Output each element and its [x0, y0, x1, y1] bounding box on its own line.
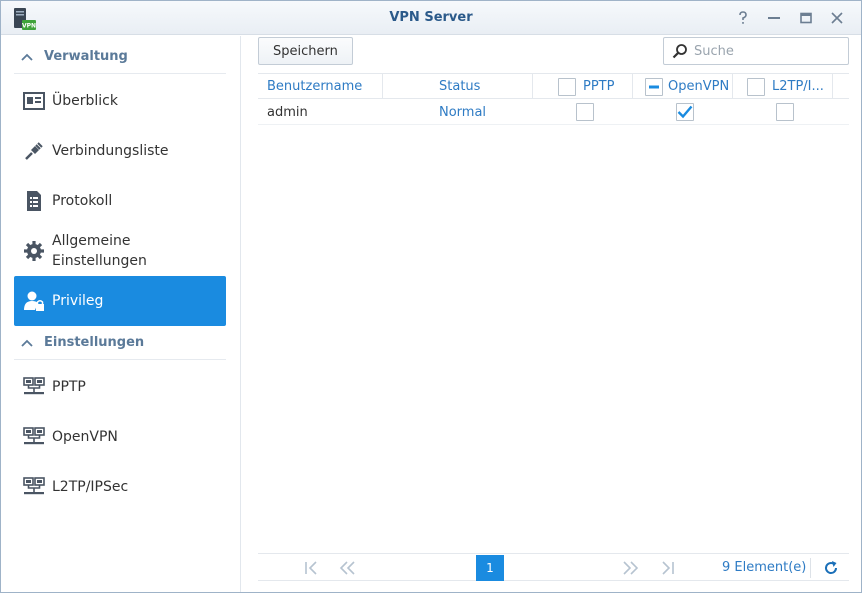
minimize-button[interactable] [765, 9, 783, 27]
row-checkbox-pptp[interactable] [576, 103, 594, 121]
cell-openvpn [676, 99, 694, 125]
cell-pptp [576, 99, 594, 125]
next-page-icon[interactable] [622, 560, 640, 576]
save-button[interactable]: Speichern [258, 37, 353, 65]
network-icon [23, 427, 45, 445]
search-box[interactable] [663, 37, 849, 65]
first-page-icon[interactable] [302, 560, 320, 576]
section-verwaltung[interactable]: Verwaltung [14, 40, 226, 74]
close-button[interactable] [828, 9, 846, 27]
header-checkbox-openvpn[interactable] [645, 77, 663, 96]
partial-check-icon [649, 85, 659, 88]
section-label: Einstellungen [44, 335, 145, 350]
sidebar-item-label: L2TP/IPSec [52, 479, 129, 495]
last-page-icon[interactable] [659, 560, 677, 576]
cell-username: admin [267, 104, 308, 120]
table-header: Benutzername Status PPTP OpenVPN L2TP/I.… [258, 73, 849, 99]
sidebar-item-label: Überblick [52, 93, 118, 109]
sidebar-item-allgemeine-einstellungen[interactable]: Allgemeine Einstellungen [14, 226, 226, 276]
network-icon [23, 477, 45, 495]
sidebar-item-label-line1: Allgemeine [52, 233, 131, 249]
chevron-up-icon [21, 339, 33, 347]
column-header-label: PPTP [583, 79, 615, 94]
maximize-icon [800, 12, 812, 24]
header-checkbox-l2tp[interactable] [747, 77, 765, 96]
sidebar-item-label: OpenVPN [52, 429, 118, 445]
column-header-label: Benutzername [267, 79, 363, 94]
sidebar-item-verbindungsliste[interactable]: Verbindungsliste [14, 126, 226, 176]
sidebar-item-label-group: Allgemeine Einstellungen [52, 231, 147, 271]
column-header-openvpn[interactable]: OpenVPN [633, 74, 733, 99]
window-title: VPN Server [389, 10, 473, 25]
row-checkbox-l2tp[interactable] [776, 103, 794, 121]
column-header-label: Status [439, 79, 481, 94]
cell-l2tp [776, 99, 794, 125]
connection-list-icon [25, 142, 43, 160]
maximize-button[interactable] [797, 9, 815, 27]
column-header-label: L2TP/I... [772, 79, 824, 94]
network-icon [23, 377, 45, 395]
table-row[interactable]: admin Normal [258, 99, 849, 125]
chevron-up-icon [21, 53, 33, 61]
title-bar[interactable]: VPN VPN Server [1, 1, 861, 35]
close-icon [831, 12, 843, 24]
sidebar: Verwaltung Überblick Verbindungsliste Pr… [1, 36, 241, 592]
sidebar-item-privileg[interactable]: Privileg [14, 276, 226, 326]
column-header-l2tp[interactable]: L2TP/I... [733, 74, 833, 99]
sidebar-item-openvpn[interactable]: OpenVPN [14, 412, 226, 462]
help-icon [739, 11, 747, 24]
privilege-table: Benutzername Status PPTP OpenVPN L2TP/I.… [258, 73, 849, 125]
column-header-label: OpenVPN [668, 79, 730, 94]
cell-status: Normal [439, 104, 487, 120]
overview-icon [23, 92, 45, 110]
column-header-status[interactable]: Status [383, 74, 533, 99]
sidebar-item-ueberblick[interactable]: Überblick [14, 76, 226, 126]
column-header-pptp[interactable]: PPTP [533, 74, 633, 99]
column-header-username[interactable]: Benutzername [258, 74, 383, 99]
sidebar-item-label: Verbindungsliste [52, 143, 169, 159]
vpn-server-window: VPN VPN Server Verwaltung Überblick Verb… [0, 0, 862, 593]
item-count: 9 Element(e) [722, 560, 807, 575]
pagination-bar: 1 9 Element(e) [258, 553, 849, 581]
gear-icon [24, 241, 44, 261]
sidebar-item-label-line2: Einstellungen [52, 253, 147, 269]
sidebar-item-protokoll[interactable]: Protokoll [14, 176, 226, 226]
log-icon [27, 191, 41, 211]
main-panel: Speichern Benutzername Status PPTP [242, 36, 861, 592]
page-number-button[interactable]: 1 [476, 555, 504, 581]
sidebar-item-l2tp-ipsec[interactable]: L2TP/IPSec [14, 462, 226, 512]
sidebar-item-label: PPTP [52, 379, 86, 395]
checkmark-icon [677, 105, 693, 119]
sidebar-item-label: Privileg [52, 293, 104, 309]
header-checkbox-pptp[interactable] [558, 77, 576, 96]
search-input[interactable] [694, 43, 844, 59]
row-checkbox-openvpn[interactable] [676, 103, 694, 121]
minimize-icon [768, 17, 780, 19]
pager-divider [810, 558, 811, 578]
sidebar-item-label: Protokoll [52, 193, 113, 209]
privilege-icon [24, 291, 44, 311]
sidebar-item-pptp[interactable]: PPTP [14, 362, 226, 412]
previous-page-icon[interactable] [338, 560, 356, 576]
section-label: Verwaltung [44, 49, 128, 64]
search-icon [672, 44, 687, 59]
section-einstellungen[interactable]: Einstellungen [14, 326, 226, 360]
refresh-icon[interactable] [823, 560, 839, 576]
help-button[interactable] [734, 9, 752, 27]
